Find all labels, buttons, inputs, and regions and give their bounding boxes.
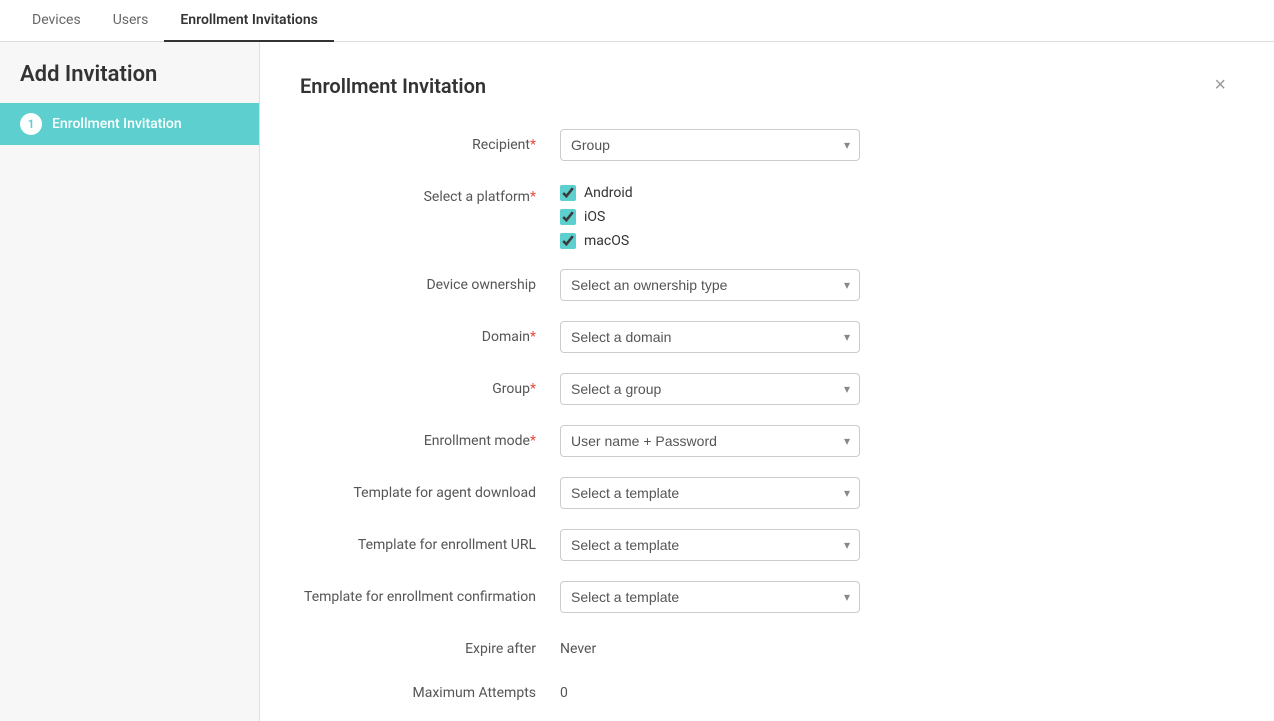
template-url-select[interactable]: Select a template — [560, 529, 860, 561]
main-layout: Add Invitation 1 Enrollment Invitation E… — [0, 42, 1274, 721]
template-confirmation-label: Template for enrollment confirmation — [300, 581, 560, 605]
android-label: Android — [584, 185, 633, 201]
recipient-label: Recipient* — [300, 129, 560, 153]
max-attempts-label: Maximum Attempts — [300, 677, 560, 701]
device-ownership-field: Select an ownership type ▾ — [560, 269, 860, 301]
platform-row: Select a platform* Android iOS macOS — [300, 181, 1234, 249]
step-label: Enrollment Invitation — [52, 116, 182, 132]
tab-enrollment-invitations[interactable]: Enrollment Invitations — [164, 0, 333, 42]
group-field: Select a group ▾ — [560, 373, 860, 405]
sidebar-title: Add Invitation — [0, 42, 259, 103]
template-url-row: Template for enrollment URL Select a tem… — [300, 529, 1234, 561]
enrollment-mode-select-wrapper: User name + Password ▾ — [560, 425, 860, 457]
recipient-field: Group ▾ — [560, 129, 860, 161]
tab-users[interactable]: Users — [97, 0, 165, 42]
android-checkbox[interactable] — [560, 185, 576, 201]
group-select[interactable]: Select a group — [560, 373, 860, 405]
expire-after-row: Expire after Never — [300, 633, 1234, 657]
platform-field: Android iOS macOS — [560, 181, 860, 249]
domain-select-wrapper: Select a domain ▾ — [560, 321, 860, 353]
expire-after-field: Never — [560, 633, 860, 657]
ios-checkbox[interactable] — [560, 209, 576, 225]
ios-label: iOS — [584, 209, 605, 225]
platform-label: Select a platform* — [300, 181, 560, 205]
platform-ios[interactable]: iOS — [560, 209, 860, 225]
template-agent-row: Template for agent download Select a tem… — [300, 477, 1234, 509]
max-attempts-field: 0 — [560, 677, 860, 701]
template-confirmation-select[interactable]: Select a template — [560, 581, 860, 613]
template-url-select-wrapper: Select a template ▾ — [560, 529, 860, 561]
template-agent-select-wrapper: Select a template ▾ — [560, 477, 860, 509]
close-button[interactable]: × — [1206, 70, 1234, 101]
enrollment-mode-row: Enrollment mode* User name + Password ▾ — [300, 425, 1234, 457]
content-header: Enrollment Invitation × — [300, 70, 1234, 101]
expire-after-label: Expire after — [300, 633, 560, 657]
top-nav: Devices Users Enrollment Invitations — [0, 0, 1274, 42]
group-label: Group* — [300, 373, 560, 397]
domain-field: Select a domain ▾ — [560, 321, 860, 353]
tab-devices[interactable]: Devices — [16, 0, 97, 42]
max-attempts-row: Maximum Attempts 0 — [300, 677, 1234, 701]
device-ownership-select[interactable]: Select an ownership type — [560, 269, 860, 301]
template-agent-field: Select a template ▾ — [560, 477, 860, 509]
device-ownership-select-wrapper: Select an ownership type ▾ — [560, 269, 860, 301]
enrollment-mode-field: User name + Password ▾ — [560, 425, 860, 457]
platform-group: Android iOS macOS — [560, 181, 860, 249]
template-confirmation-row: Template for enrollment confirmation Sel… — [300, 581, 1234, 613]
template-url-field: Select a template ▾ — [560, 529, 860, 561]
sidebar-step-1[interactable]: 1 Enrollment Invitation — [0, 103, 259, 145]
macos-checkbox[interactable] — [560, 233, 576, 249]
device-ownership-row: Device ownership Select an ownership typ… — [300, 269, 1234, 301]
recipient-select-wrapper: Group ▾ — [560, 129, 860, 161]
template-agent-select[interactable]: Select a template — [560, 477, 860, 509]
macos-label: macOS — [584, 233, 629, 249]
content-area: Enrollment Invitation × Recipient* Group… — [260, 42, 1274, 721]
recipient-select[interactable]: Group — [560, 129, 860, 161]
enrollment-mode-label: Enrollment mode* — [300, 425, 560, 449]
template-agent-label: Template for agent download — [300, 477, 560, 501]
enrollment-mode-select[interactable]: User name + Password — [560, 425, 860, 457]
sidebar: Add Invitation 1 Enrollment Invitation — [0, 42, 260, 721]
step-number: 1 — [20, 113, 42, 135]
platform-macos[interactable]: macOS — [560, 233, 860, 249]
domain-select[interactable]: Select a domain — [560, 321, 860, 353]
max-attempts-value: 0 — [560, 677, 860, 701]
template-url-label: Template for enrollment URL — [300, 529, 560, 553]
expire-after-value: Never — [560, 633, 860, 657]
device-ownership-label: Device ownership — [300, 269, 560, 293]
group-row: Group* Select a group ▾ — [300, 373, 1234, 405]
recipient-row: Recipient* Group ▾ — [300, 129, 1234, 161]
domain-row: Domain* Select a domain ▾ — [300, 321, 1234, 353]
template-confirmation-select-wrapper: Select a template ▾ — [560, 581, 860, 613]
page-title: Enrollment Invitation — [300, 74, 486, 98]
domain-label: Domain* — [300, 321, 560, 345]
platform-android[interactable]: Android — [560, 185, 860, 201]
group-select-wrapper: Select a group ▾ — [560, 373, 860, 405]
template-confirmation-field: Select a template ▾ — [560, 581, 860, 613]
